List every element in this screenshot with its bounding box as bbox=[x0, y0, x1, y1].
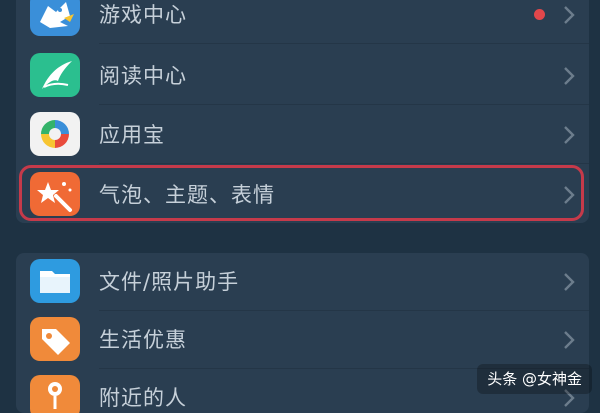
menu-item-app-store[interactable]: 应用宝 bbox=[16, 106, 589, 164]
reading-center-icon bbox=[30, 53, 80, 97]
divider bbox=[99, 43, 589, 44]
menu-item-life-deals[interactable]: 生活优惠 bbox=[16, 311, 589, 369]
menu-item-label: 生活优惠 bbox=[99, 328, 187, 352]
menu-item-file-photo-assistant[interactable]: 文件/照片助手 bbox=[16, 253, 589, 311]
menu-item-label: 气泡、主题、表情 bbox=[99, 183, 275, 207]
divider bbox=[99, 163, 589, 164]
divider bbox=[99, 104, 589, 105]
menu-item-label: 阅读中心 bbox=[99, 64, 187, 88]
menu-item-game-center[interactable]: 游戏中心 bbox=[16, 0, 589, 44]
menu-item-label: 文件/照片助手 bbox=[99, 270, 240, 294]
settings-screen: 游戏中心 阅读中心 应用宝 气泡、主题、表情 文件/照片助手 生活优惠 附近的人… bbox=[0, 0, 600, 413]
watermark: 头条 @女神金 bbox=[477, 364, 592, 394]
bubble-theme-emoji-icon bbox=[30, 172, 80, 216]
nearby-people-icon bbox=[30, 375, 80, 413]
chevron-right-icon bbox=[564, 186, 575, 204]
settings-group-1: 游戏中心 阅读中心 应用宝 气泡、主题、表情 bbox=[16, 0, 589, 223]
menu-item-label: 附近的人 bbox=[99, 386, 187, 410]
menu-item-label: 游戏中心 bbox=[99, 3, 187, 27]
life-deals-icon bbox=[30, 317, 80, 361]
notification-dot bbox=[534, 9, 545, 20]
game-center-icon bbox=[30, 0, 80, 36]
chevron-right-icon bbox=[564, 331, 575, 349]
menu-item-label: 应用宝 bbox=[99, 123, 165, 147]
app-store-icon bbox=[30, 112, 80, 156]
chevron-right-icon bbox=[564, 67, 575, 85]
menu-item-bubble-theme-emoji[interactable]: 气泡、主题、表情 bbox=[16, 166, 589, 223]
file-photo-assistant-icon bbox=[30, 259, 80, 303]
chevron-right-icon bbox=[564, 6, 575, 24]
chevron-right-icon bbox=[564, 126, 575, 144]
menu-item-reading-center[interactable]: 阅读中心 bbox=[16, 47, 589, 105]
chevron-right-icon bbox=[564, 273, 575, 291]
